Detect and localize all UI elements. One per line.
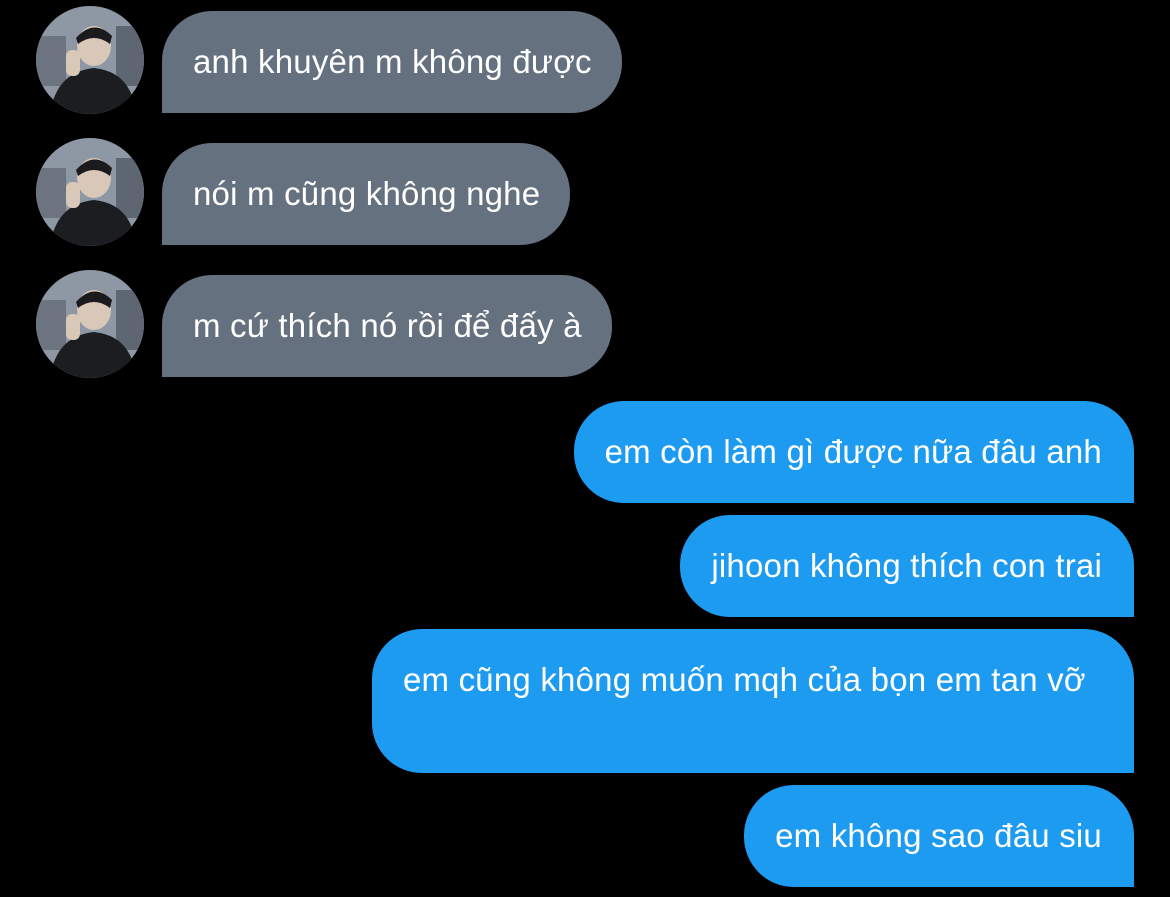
sender-avatar[interactable] — [36, 138, 144, 246]
user-avatar-photo-icon — [36, 138, 144, 246]
sender-avatar[interactable] — [36, 6, 144, 114]
outgoing-message-bubble[interactable]: em cũng không muốn mqh của bọn em tan vỡ — [372, 629, 1134, 773]
outgoing-message-bubble[interactable]: em không sao đâu siu — [744, 785, 1134, 887]
incoming-message-bubble[interactable]: m cứ thích nó rồi để đấy à — [162, 275, 612, 377]
message-text: em còn làm gì được nữa đâu anh — [604, 433, 1102, 470]
incoming-message-bubble[interactable]: anh khuyên m không được — [162, 11, 622, 113]
message-text: em không sao đâu siu — [775, 817, 1102, 854]
sender-avatar[interactable] — [36, 270, 144, 378]
incoming-message-bubble[interactable]: nói m cũng không nghe — [162, 143, 571, 245]
outgoing-message-bubble[interactable]: em còn làm gì được nữa đâu anh — [573, 401, 1134, 503]
message-text: em cũng không muốn mqh của bọn em tan vỡ — [403, 661, 1086, 698]
message-text: anh khuyên m không được — [193, 43, 592, 80]
user-avatar-photo-icon — [36, 270, 144, 378]
user-avatar-photo-icon — [36, 6, 144, 114]
message-text: jihoon không thích con trai — [711, 547, 1102, 584]
message-text: nói m cũng không nghe — [193, 175, 541, 212]
message-text: m cứ thích nó rồi để đấy à — [193, 307, 582, 344]
outgoing-message-bubble[interactable]: jihoon không thích con trai — [680, 515, 1134, 617]
